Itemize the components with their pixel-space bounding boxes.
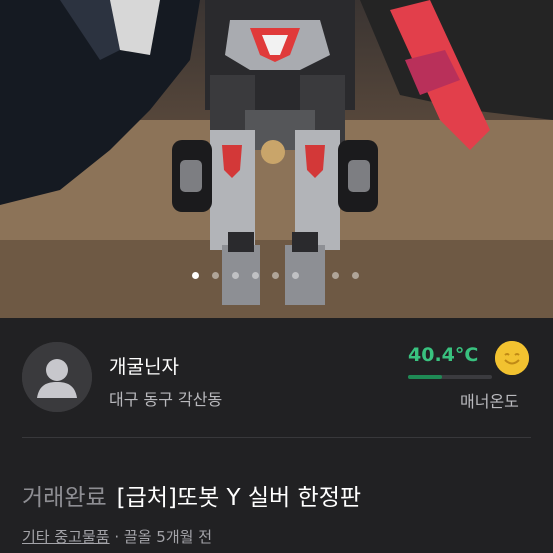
carousel-dot[interactable] xyxy=(252,272,259,279)
carousel-indicator xyxy=(0,272,553,282)
category-link[interactable]: 기타 중고물품 xyxy=(22,528,110,546)
smiley-face-icon-graphic xyxy=(495,341,529,375)
carousel-dot-active[interactable] xyxy=(192,272,199,279)
seller-name[interactable]: 개굴닌자 xyxy=(109,352,179,379)
post-title-row: 거래완료 [급처]또봇 Y 실버 한정판 xyxy=(22,478,361,512)
carousel-dot[interactable] xyxy=(212,272,219,279)
manner-temperature-bar xyxy=(408,375,492,379)
carousel-dot[interactable] xyxy=(332,272,339,279)
carousel-dot[interactable] xyxy=(292,272,299,279)
bump-time: 끌올 5개월 전 xyxy=(123,528,213,546)
post-meta: 기타 중고물품 · 끌올 5개월 전 xyxy=(22,526,212,547)
seller-profile[interactable]: 개굴닌자 대구 동구 각산동 40.4°C 매너온도 xyxy=(0,318,553,438)
smiley-face-icon xyxy=(495,341,529,375)
manner-temperature-value: 40.4°C xyxy=(408,344,479,366)
carousel-dot[interactable] xyxy=(352,272,359,279)
status-badge: 거래완료 xyxy=(22,485,107,511)
post-title: [급처]또봇 Y 실버 한정판 xyxy=(116,485,362,511)
toy-robot-photo xyxy=(0,0,553,318)
product-image-carousel[interactable] xyxy=(0,0,553,318)
default-user-icon xyxy=(22,342,92,412)
manner-temperature-label[interactable]: 매너온도 xyxy=(460,388,519,412)
seller-location: 대구 동구 각산동 xyxy=(109,390,223,409)
manner-temperature-bar-fill xyxy=(408,375,442,379)
carousel-dot[interactable] xyxy=(232,272,239,279)
avatar[interactable] xyxy=(22,342,92,412)
carousel-dot[interactable] xyxy=(272,272,279,279)
section-divider xyxy=(22,437,531,438)
meta-separator: · xyxy=(114,528,120,546)
